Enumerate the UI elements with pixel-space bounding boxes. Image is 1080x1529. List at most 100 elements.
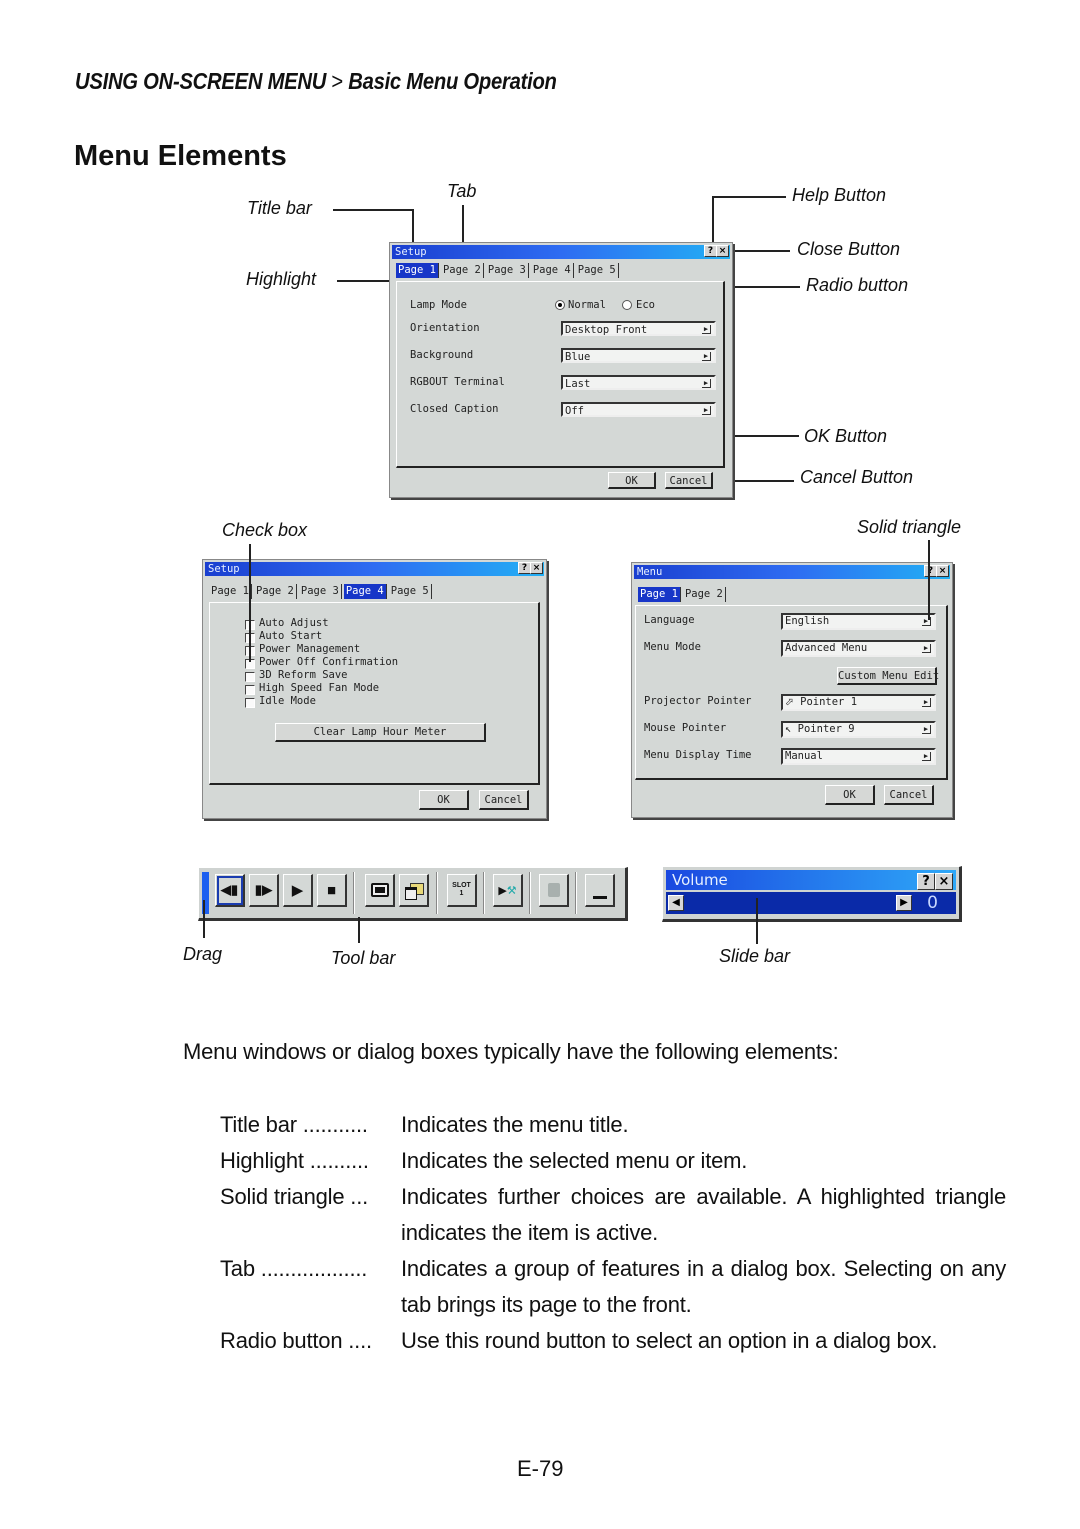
radio-normal-label: Normal xyxy=(568,299,606,311)
ok-button[interactable]: OK xyxy=(608,472,656,489)
leader-line xyxy=(712,196,714,248)
slide-left-button[interactable]: ◀ xyxy=(668,895,684,911)
checkbox-idle-mode[interactable] xyxy=(245,698,255,708)
menu-mode-select[interactable]: Advanced Menu ▶ xyxy=(781,640,936,657)
checkbox-label: Auto Adjust xyxy=(259,617,329,629)
radio-eco-label: Eco xyxy=(636,299,655,311)
clear-lamp-hour-meter-button[interactable]: Clear Lamp Hour Meter xyxy=(275,723,486,742)
checkbox-high-speed-fan[interactable] xyxy=(245,685,255,695)
tab-page-2[interactable]: Page 2 xyxy=(683,587,726,602)
callout-drag: Drag xyxy=(183,944,223,964)
definition-desc: Indicates a group of features in a dialo… xyxy=(401,1256,1006,1317)
solid-triangle-icon[interactable]: ▶ xyxy=(702,325,711,334)
cancel-button[interactable]: Cancel xyxy=(479,790,529,810)
setup-dialog-page4: Setup ? × Page 1 Page 2 Page 3 Page 4 Pa… xyxy=(202,559,547,819)
title-bar: Setup xyxy=(392,245,730,259)
subsection-title: Basic Menu Operation xyxy=(348,68,557,94)
definition-desc: Indicates the menu title. xyxy=(401,1112,629,1137)
tab-page-1[interactable]: Page 1 xyxy=(396,263,439,278)
ok-button[interactable]: OK xyxy=(825,785,875,805)
menu-display-time-select[interactable]: Manual ▶ xyxy=(781,748,936,765)
tab-page-5[interactable]: Page 5 xyxy=(389,584,432,599)
tab-page-3[interactable]: Page 3 xyxy=(486,263,529,278)
solid-triangle-icon[interactable]: ▶ xyxy=(702,352,711,361)
ok-button[interactable]: OK xyxy=(419,790,469,810)
play-icon: ▶ xyxy=(291,882,304,899)
minimize-button[interactable] xyxy=(585,874,615,907)
title-bar: Volume xyxy=(666,870,956,890)
slide-bar[interactable]: ◀ ▶ 0 xyxy=(666,892,956,914)
close-button[interactable]: × xyxy=(716,245,729,257)
frame-forward-button[interactable]: ▮▶ xyxy=(249,874,279,907)
folder-window-icon xyxy=(404,883,424,900)
divider xyxy=(483,872,485,914)
window-button[interactable] xyxy=(365,874,395,907)
frame-back-button[interactable]: ◀▮ xyxy=(215,874,245,907)
callout-check-box: Check box xyxy=(222,520,308,540)
closed-caption-select[interactable]: Off ▶ xyxy=(561,402,716,417)
checkbox-3d-reform-save[interactable] xyxy=(245,672,255,682)
rgbout-label: RGBOUT Terminal xyxy=(410,376,505,388)
close-button[interactable]: × xyxy=(935,873,953,890)
intro-text: Menu windows or dialog boxes typically h… xyxy=(183,1039,839,1064)
tab-page-5[interactable]: Page 5 xyxy=(576,263,619,278)
solid-triangle-icon[interactable]: ▶ xyxy=(922,725,931,734)
slot-button[interactable]: SLOT 1 xyxy=(447,874,477,907)
leader-line xyxy=(249,544,251,662)
pointer-tool-button[interactable]: ▶⚒ xyxy=(493,874,523,907)
definition-term: Highlight .......... xyxy=(220,1148,369,1173)
field-value: Pointer 1 xyxy=(800,696,858,708)
close-button[interactable]: × xyxy=(936,565,949,577)
help-button[interactable]: ? xyxy=(917,873,935,890)
tab-page-1[interactable]: Page 1 xyxy=(638,587,681,602)
projector-pointer-select[interactable]: ⬀ Pointer 1 ▶ xyxy=(781,694,936,711)
field-value: Blue xyxy=(565,351,591,363)
play-button[interactable]: ▶ xyxy=(283,874,313,907)
orientation-label: Orientation xyxy=(410,322,480,334)
field-value: Pointer 9 xyxy=(797,723,855,735)
checkbox-label: Auto Start xyxy=(259,630,323,642)
dialog-title: Menu xyxy=(637,566,663,578)
radio-normal[interactable] xyxy=(555,300,565,310)
language-select[interactable]: English ▶ xyxy=(781,613,936,630)
solid-triangle-icon[interactable]: ▶ xyxy=(922,644,931,653)
tab-page-4[interactable]: Page 4 xyxy=(343,584,387,599)
definition-desc: Indicates further choices are available.… xyxy=(401,1184,1006,1245)
background-label: Background xyxy=(410,349,474,361)
window-icon xyxy=(370,883,389,897)
checkbox-label: High Speed Fan Mode xyxy=(259,682,380,694)
close-button[interactable]: × xyxy=(530,562,543,574)
leader-line xyxy=(337,280,397,282)
divider xyxy=(529,872,531,914)
trash-button[interactable] xyxy=(539,874,569,907)
folder-window-button[interactable] xyxy=(399,874,429,907)
solid-triangle-icon[interactable]: ▶ xyxy=(702,379,711,388)
cancel-button[interactable]: Cancel xyxy=(884,785,934,805)
divider xyxy=(436,872,438,914)
radio-eco[interactable] xyxy=(622,300,632,310)
tab-page-3[interactable]: Page 3 xyxy=(299,584,342,599)
tab-page-2[interactable]: Page 2 xyxy=(254,584,297,599)
tab-page-4[interactable]: Page 4 xyxy=(531,263,574,278)
solid-triangle-icon[interactable]: ▶ xyxy=(922,617,931,626)
title-bar: Menu xyxy=(634,565,950,579)
tool-bar: ◀▮ ▮▶ ▶ ■ SLOT 1 ▶⚒ xyxy=(198,867,628,921)
left-arrow-icon: ◀ xyxy=(672,897,680,908)
tab-page-1[interactable]: Page 1 xyxy=(209,584,252,599)
volume-title: Volume xyxy=(672,871,728,889)
custom-menu-edit-button[interactable]: Custom Menu Edit xyxy=(837,667,939,685)
slide-right-button[interactable]: ▶ xyxy=(896,895,912,911)
tab-page-2[interactable]: Page 2 xyxy=(441,263,484,278)
mouse-pointer-select[interactable]: ↖ Pointer 9 ▶ xyxy=(781,721,936,738)
solid-triangle-icon[interactable]: ▶ xyxy=(922,698,931,707)
checkbox-label: Power Management xyxy=(259,643,361,655)
cancel-button[interactable]: Cancel xyxy=(665,472,713,489)
solid-triangle-icon[interactable]: ▶ xyxy=(702,406,711,415)
solid-triangle-icon[interactable]: ▶ xyxy=(922,752,931,761)
section-title: USING ON-SCREEN MENU xyxy=(75,68,327,94)
stop-button[interactable]: ■ xyxy=(317,874,347,907)
orientation-select[interactable]: Desktop Front ▶ xyxy=(561,321,716,336)
background-select[interactable]: Blue ▶ xyxy=(561,348,716,363)
rgbout-select[interactable]: Last ▶ xyxy=(561,375,716,390)
frame-back-icon: ◀▮ xyxy=(220,882,239,897)
